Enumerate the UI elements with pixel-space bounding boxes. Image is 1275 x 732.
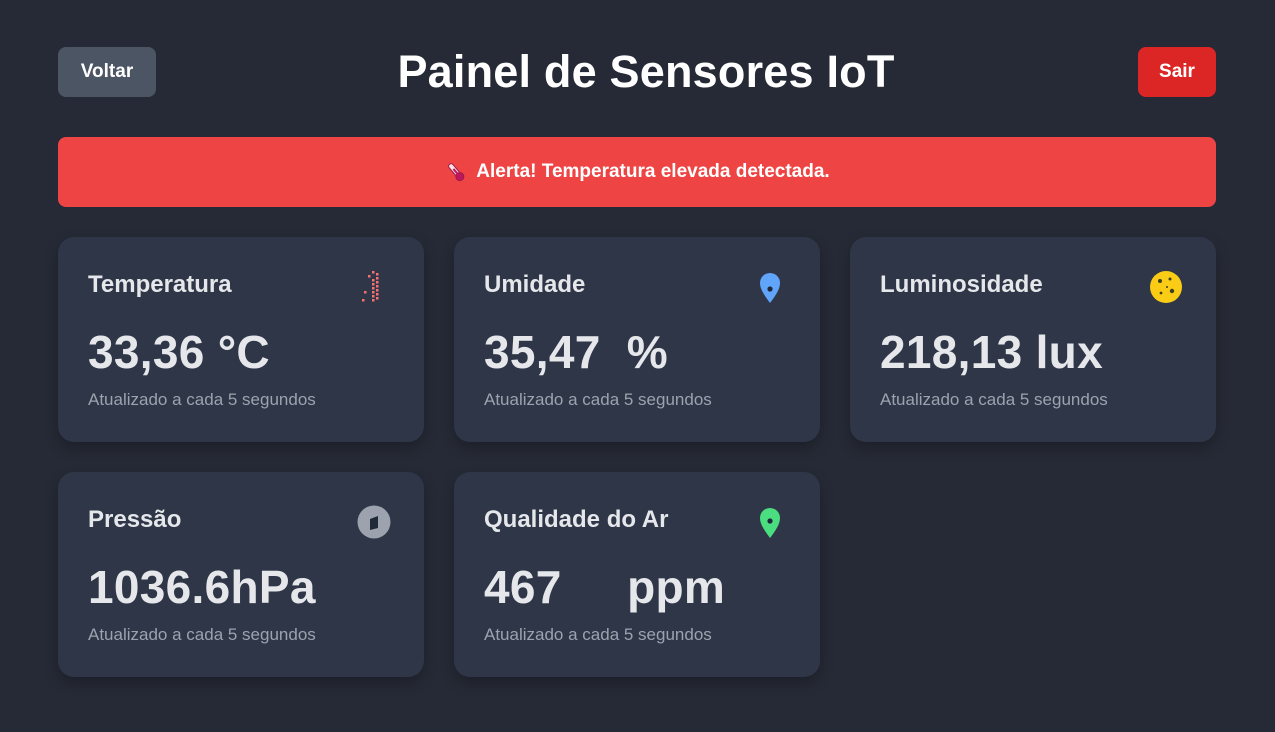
sensor-update-note: Atualizado a cada 5 segundos — [484, 625, 712, 644]
thermometer-icon — [444, 160, 468, 184]
thermometer-icon — [356, 269, 392, 305]
logout-button[interactable]: Sair — [1138, 47, 1216, 97]
sensor-title: Umidade — [484, 271, 586, 298]
sensor-value: 35,47 % — [484, 326, 668, 378]
temperature-alert-banner: Alerta! Temperatura elevada detectada. — [58, 137, 1216, 207]
page-title: Painel de Sensores IoT — [397, 46, 895, 97]
sensor-card-humidity: Umidade 35,47 % Atualizado a cada 5 segu… — [454, 237, 820, 442]
sensor-update-note: Atualizado a cada 5 segundos — [88, 390, 316, 409]
sensor-value: 33,36 °C — [88, 326, 270, 378]
sensor-update-note: Atualizado a cada 5 segundos — [484, 390, 712, 409]
sensor-card-luminosity: Luminosidade 218,13 lux Atualizado a cad… — [850, 237, 1216, 442]
droplet-icon — [752, 269, 788, 305]
alert-text: Alerta! Temperatura elevada detectada. — [476, 161, 830, 182]
sensor-title: Luminosidade — [880, 271, 1043, 298]
sensor-card-temperature: Temperatura 33,36 °C Atualizado a cada 5… — [58, 237, 424, 442]
sensor-dashboard: Voltar Painel de Sensores IoT Sair Alert… — [0, 0, 1275, 732]
sensor-card-air-quality: Qualidade do Ar 467 ppm Atualizado a cad… — [454, 472, 820, 677]
sensor-title: Temperatura — [88, 271, 232, 298]
sun-icon — [1148, 269, 1184, 305]
sensor-update-note: Atualizado a cada 5 segundos — [880, 390, 1108, 409]
sensor-value: 218,13 lux — [880, 326, 1103, 378]
sensor-card-pressure: Pressão 1036.6hPa Atualizado a cada 5 se… — [58, 472, 424, 677]
sensor-title: Pressão — [88, 506, 182, 533]
sensor-update-note: Atualizado a cada 5 segundos — [88, 625, 316, 644]
sensor-title: Qualidade do Ar — [484, 506, 669, 533]
gauge-icon — [356, 504, 392, 540]
sensor-value: 1036.6hPa — [88, 561, 316, 613]
back-button[interactable]: Voltar — [58, 47, 156, 97]
leaf-icon — [752, 504, 788, 540]
sensor-value: 467 ppm — [484, 561, 726, 613]
